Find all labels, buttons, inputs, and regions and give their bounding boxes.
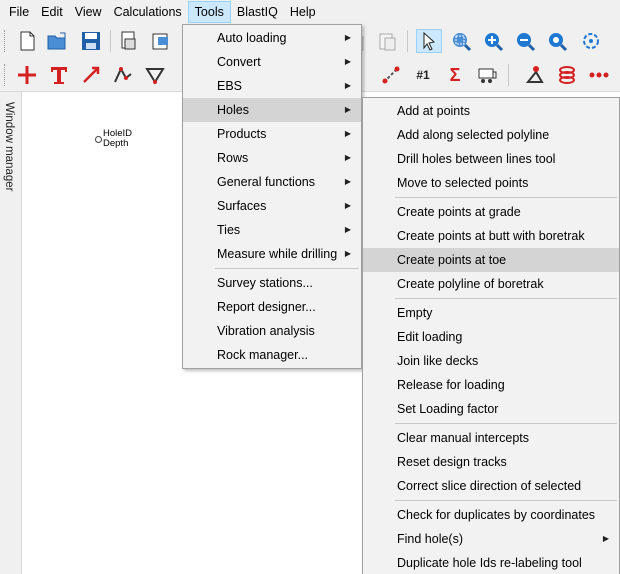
zoom-extents-icon[interactable] [544,29,570,53]
menu-separator [395,197,617,198]
menu-item-set-loading-factor[interactable]: Set Loading factor [363,397,619,421]
menu-item-survey-stations[interactable]: Survey stations... [183,271,361,295]
sum-report-icon[interactable]: Σ [442,63,468,87]
menu-item-measure-while-drilling[interactable]: Measure while drilling ▶ [183,242,361,266]
submenu-arrow-icon: ▶ [344,129,351,138]
menu-view[interactable]: View [69,1,108,23]
save-icon[interactable] [78,29,104,53]
menu-item-vibration-analysis[interactable]: Vibration analysis [183,319,361,343]
menu-item-products[interactable]: Products ▶ [183,122,361,146]
hole-label: HoleID Depth [103,129,132,149]
menu-item-add-along-polyline[interactable]: Add along selected polyline [363,123,619,147]
menu-item-join-like-decks[interactable]: Join like decks [363,349,619,373]
menu-item-correct-slice-direction[interactable]: Correct slice direction of selected [363,474,619,498]
menu-item-find-holes[interactable]: Find hole(s) ▶ [363,527,619,551]
text-tool-icon[interactable] [46,63,72,87]
menu-edit[interactable]: Edit [35,1,69,23]
window-manager-panel[interactable]: Window manager [0,92,22,574]
menu-item-release-for-loading[interactable]: Release for loading [363,373,619,397]
menu-item-duplicate-hole-ids-relabel[interactable]: Duplicate hole Ids re-labeling tool [363,551,619,574]
zoom-window-icon[interactable] [448,29,474,53]
holes-submenu: Add at points Add along selected polylin… [362,97,620,574]
zoom-in-icon[interactable] [480,29,506,53]
menu-item-ties[interactable]: Ties ▶ [183,218,361,242]
polyline-icon[interactable] [110,63,136,87]
menu-item-surfaces[interactable]: Surfaces ▶ [183,194,361,218]
menu-blastiq[interactable]: BlastIQ [231,1,284,23]
toolbar-grip[interactable] [4,30,7,52]
hole-depth-label: Depth [103,138,129,149]
menu-item-convert[interactable]: Convert ▶ [183,50,361,74]
menu-tools[interactable]: Tools [187,1,231,23]
dots-icon[interactable] [586,63,612,87]
menu-bar: File Edit View Calculations Tools BlastI… [0,0,620,24]
submenu-arrow-icon: ▶ [344,225,351,234]
marker-icon[interactable] [522,63,548,87]
menu-item-add-at-points[interactable]: Add at points [363,99,619,123]
add-point-icon[interactable] [14,63,40,87]
menu-item-clear-manual-intercepts[interactable]: Clear manual intercepts [363,426,619,450]
menu-item-move-to-selected-points[interactable]: Move to selected points [363,171,619,195]
menu-help[interactable]: Help [284,1,322,23]
menu-item-holes[interactable]: Holes ▶ [183,98,361,122]
menu-item-edit-loading[interactable]: Edit loading [363,325,619,349]
menu-item-ebs[interactable]: EBS ▶ [183,74,361,98]
hole-number-icon[interactable]: #1 [410,63,436,87]
point-move-icon[interactable] [378,63,404,87]
zoom-out-icon[interactable] [512,29,538,53]
submenu-arrow-icon: ▶ [344,57,351,66]
submenu-arrow-icon: ▶ [602,534,609,543]
spring-icon[interactable] [554,63,580,87]
menu-separator [215,268,359,269]
toolbar-grip[interactable] [4,64,7,86]
tools-menu: Auto loading ▶ Convert ▶ EBS ▶ Holes ▶ Produ… [182,24,362,369]
export-icon[interactable] [148,29,174,53]
menu-item-general-functions[interactable]: General functions ▶ [183,170,361,194]
menu-item-rock-manager[interactable]: Rock manager... [183,343,361,367]
submenu-arrow-icon: ▶ [344,249,351,258]
menu-file[interactable]: File [3,1,35,23]
submenu-arrow-icon: ▶ [344,81,351,90]
menu-separator [395,423,617,424]
menu-item-check-duplicates[interactable]: Check for duplicates by coordinates [363,503,619,527]
triangle-icon[interactable] [142,63,168,87]
line-arrow-icon[interactable] [78,63,104,87]
menu-separator [395,298,617,299]
menu-item-create-polyline-boretrak[interactable]: Create polyline of boretrak [363,272,619,296]
submenu-arrow-icon: ▶ [344,33,351,42]
submenu-arrow-icon: ▶ [344,177,351,186]
submenu-arrow-icon: ▶ [344,153,351,162]
new-file-icon[interactable] [14,29,40,53]
menu-item-reset-design-tracks[interactable]: Reset design tracks [363,450,619,474]
menu-item-empty[interactable]: Empty [363,301,619,325]
select-arrow-icon[interactable] [416,29,442,53]
menu-separator [395,500,617,501]
menu-item-drill-holes-between-lines[interactable]: Drill holes between lines tool [363,147,619,171]
print-preview-icon[interactable] [116,29,142,53]
menu-item-auto-loading[interactable]: Auto loading ▶ [183,26,361,50]
menu-item-report-designer[interactable]: Report designer... [183,295,361,319]
menu-item-create-points-at-toe[interactable]: Create points at toe [363,248,619,272]
hole-marker-icon[interactable] [95,136,102,143]
menu-item-create-points-at-grade[interactable]: Create points at grade [363,200,619,224]
submenu-arrow-icon: ▶ [344,201,351,210]
truck-icon[interactable] [474,63,500,87]
paste-icon[interactable] [374,29,400,53]
rotate-icon[interactable] [578,29,604,53]
menu-item-rows[interactable]: Rows ▶ [183,146,361,170]
open-folder-icon[interactable] [44,29,70,53]
menu-item-create-points-at-butt[interactable]: Create points at butt with boretrak [363,224,619,248]
submenu-arrow-icon: ▶ [344,105,351,114]
window-manager-label[interactable]: Window manager [3,102,15,191]
menu-calculations[interactable]: Calculations [108,1,188,23]
